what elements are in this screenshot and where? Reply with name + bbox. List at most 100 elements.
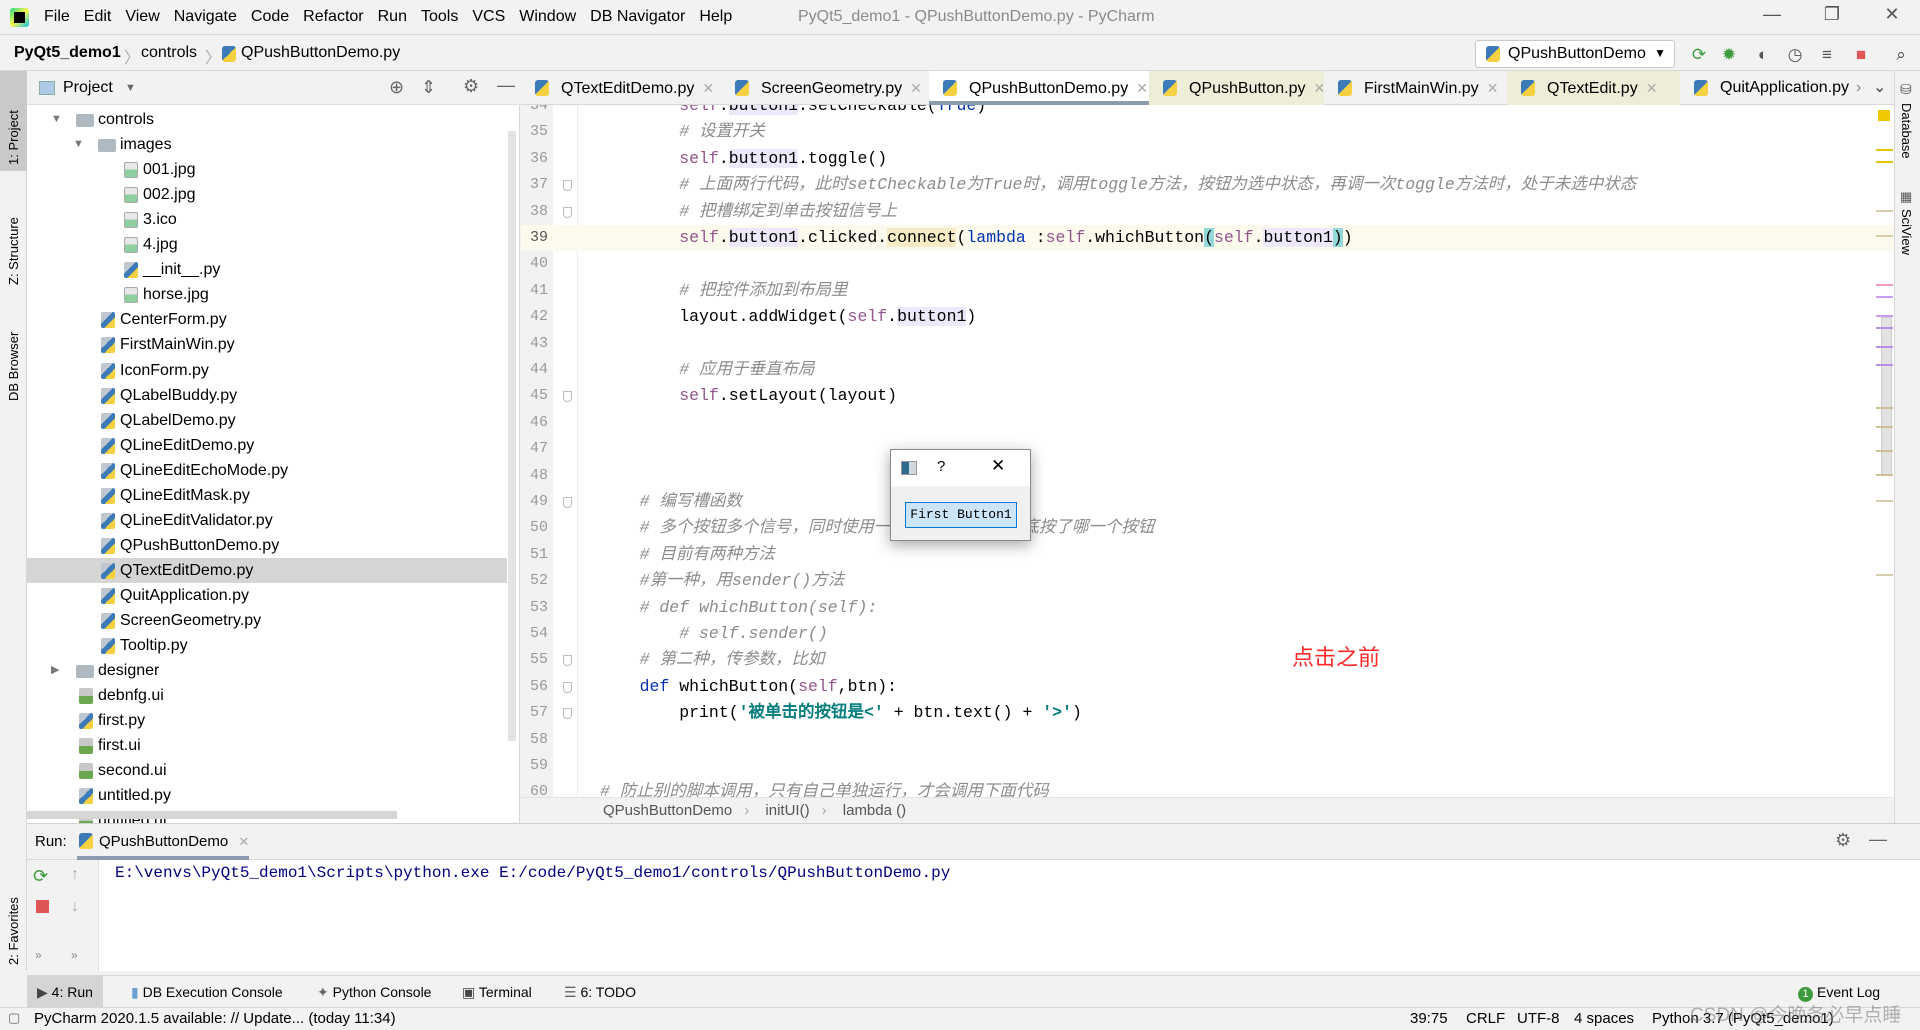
menu-item-view[interactable]: View [125,8,159,25]
tree-item[interactable]: ▶ designer [27,658,507,683]
warning-status-icon[interactable] [1878,110,1890,121]
error-stripe-mark[interactable] [1876,149,1893,151]
tree-item[interactable]: QLineEditDemo.py [27,433,507,458]
debug-bug-icon[interactable]: ✹ [1718,44,1740,66]
tabs-overflow-chevron-icon[interactable]: › [1856,79,1861,97]
tab-qtextedit[interactable]: QTextEdit.py ✕ [1507,71,1680,105]
tab-firstmainwin[interactable]: FirstMainWin.py ✕ [1324,71,1507,105]
first-button1[interactable]: First Button1 [905,502,1017,528]
tool-tab-terminal[interactable]: ▣ Terminal [452,976,542,1008]
collapse-all-icon[interactable]: ⇕ [421,77,436,98]
error-stripe-mark[interactable] [1876,426,1893,428]
tree-item[interactable]: QLineEditValidator.py [27,508,507,533]
breadcrumb-lambda[interactable]: lambda () [843,802,906,819]
tree-item[interactable]: __init__.py [27,257,507,282]
tab-quitapplication[interactable]: QuitApplication.py [1680,71,1856,105]
error-stripe-mark[interactable] [1876,315,1893,317]
rerun-icon[interactable]: ⟳ [33,866,48,887]
tool-tab-structure[interactable]: Z: Structure [0,181,27,291]
fold-marker-icon[interactable] [563,391,572,403]
close-tab-icon[interactable]: ✕ [1646,80,1658,96]
tree-item[interactable]: QTextEditDemo.py [27,557,507,583]
fold-marker-icon[interactable] [563,497,572,508]
tree-item[interactable]: ▼ controls [27,107,507,132]
run-configuration-select[interactable]: QPushButtonDemo ▼ [1475,40,1675,68]
menu-item-edit[interactable]: Edit [84,8,112,25]
tool-tab-sciview[interactable]: SciView [1899,209,1914,255]
collapsed-arrow-icon[interactable]: ▶ [51,658,59,683]
stop-icon[interactable] [36,900,49,913]
status-message[interactable]: PyCharm 2020.1.5 available: // Update...… [34,1010,396,1027]
error-stripe-mark[interactable] [1876,450,1893,452]
line-separator[interactable]: CRLF [1466,1010,1505,1027]
error-stripe-mark[interactable] [1876,574,1893,576]
tree-item[interactable]: 3.ico [27,207,507,232]
tool-tab-db-browser[interactable]: DB Browser [0,307,27,407]
error-stripe-mark[interactable] [1876,364,1893,366]
console-output[interactable]: E:\venvs\PyQt5_demo1\Scripts\python.exe … [115,864,950,882]
rerun-icon[interactable]: ⟳ [1688,44,1710,66]
hide-panel-icon[interactable]: — [497,75,515,96]
locate-target-icon[interactable]: ⊕ [389,77,404,98]
menu-item-navigate[interactable]: Navigate [174,8,237,25]
breadcrumb-project[interactable]: PyQt5_demo1 [14,44,121,62]
tool-tab-run[interactable]: ▶ 4: Run [27,976,103,1008]
close-tab-icon[interactable]: ✕ [702,80,714,96]
indent-setting[interactable]: 4 spaces [1574,1010,1634,1027]
error-stripe-mark[interactable] [1876,474,1893,476]
error-stripe-mark[interactable] [1876,161,1893,163]
error-stripe-mark[interactable] [1876,327,1893,329]
tree-item[interactable]: FirstMainWin.py [27,332,507,357]
tree-item[interactable]: first.ui [27,733,507,758]
tree-item[interactable]: QLabelDemo.py [27,408,507,433]
gear-icon[interactable]: ⚙ [1835,830,1851,851]
error-stripe-mark[interactable] [1876,210,1893,212]
expanded-arrow-icon[interactable]: ▼ [51,107,62,132]
menu-item-window[interactable]: Window [519,8,576,25]
tab-screengeometry[interactable]: ScreenGeometry.py ✕ [721,71,929,105]
tool-tab-db-console[interactable]: ▮ DB Execution Console [121,976,293,1008]
error-stripe-mark[interactable] [1876,500,1893,502]
run-tab[interactable]: QPushButtonDemo ✕ [77,824,250,860]
close-tab-icon[interactable]: ✕ [1136,80,1148,96]
scroll-up-arrow-icon[interactable]: ↑ [71,866,79,884]
expanded-arrow-icon[interactable]: ▼ [73,132,84,157]
close-window-button[interactable]: ✕ [1872,4,1912,30]
expand-icon[interactable]: » [71,948,78,962]
breadcrumb-file[interactable]: QPushButtonDemo.py [241,44,400,62]
fold-marker-icon[interactable] [563,655,572,667]
fold-marker-icon[interactable] [563,681,572,693]
dialog-close-button[interactable]: ✕ [991,456,1005,476]
tab-qpushbuttondemo[interactable]: QPushButtonDemo.py ✕ [929,71,1149,105]
menu-item-run[interactable]: Run [378,8,407,25]
tree-item[interactable]: QuitApplication.py [27,583,507,608]
tool-tab-favorites[interactable]: 2: Favorites [0,861,27,971]
menu-item-file[interactable]: File [44,8,70,25]
error-stripe-mark[interactable] [1876,235,1893,237]
close-tab-icon[interactable]: ✕ [1487,80,1499,96]
fold-marker-icon[interactable] [563,206,572,218]
hide-panel-icon[interactable]: — [1869,829,1887,850]
tool-tab-python-console[interactable]: ✦ Python Console [307,976,441,1008]
help-button[interactable]: ? [937,458,945,475]
error-stripe-mark[interactable] [1876,296,1893,298]
caret-position[interactable]: 39:75 [1410,1010,1448,1027]
error-stripe-mark[interactable] [1876,407,1893,409]
error-stripe-mark[interactable] [1876,284,1893,286]
tree-item[interactable]: debnfg.ui [27,683,507,708]
coverage-icon[interactable]: ◐ [1752,44,1774,66]
menu-item-vcs[interactable]: VCS [472,8,505,25]
menu-item-db-navigator[interactable]: DB Navigator [590,8,685,25]
tree-horizontal-scrollbar[interactable] [27,811,397,819]
fold-marker-icon[interactable] [563,708,572,720]
tabs-list-chevron-icon[interactable]: ⌄ [1873,77,1886,97]
file-encoding[interactable]: UTF-8 [1517,1010,1560,1027]
concurrency-icon[interactable]: ≡ [1816,44,1838,66]
tree-item[interactable]: 001.jpg [27,157,507,182]
tab-qtexteditdemo[interactable]: QTextEditDemo.py ✕ [521,71,721,105]
tree-item[interactable]: untitled.py [27,783,507,808]
expand-icon[interactable]: » [35,948,42,962]
tree-scrollbar[interactable] [508,131,516,741]
tree-item[interactable]: first.py [27,708,507,733]
code-area[interactable]: 34 self.button1.setCheckable(True) 35 # 设… [521,105,1894,797]
